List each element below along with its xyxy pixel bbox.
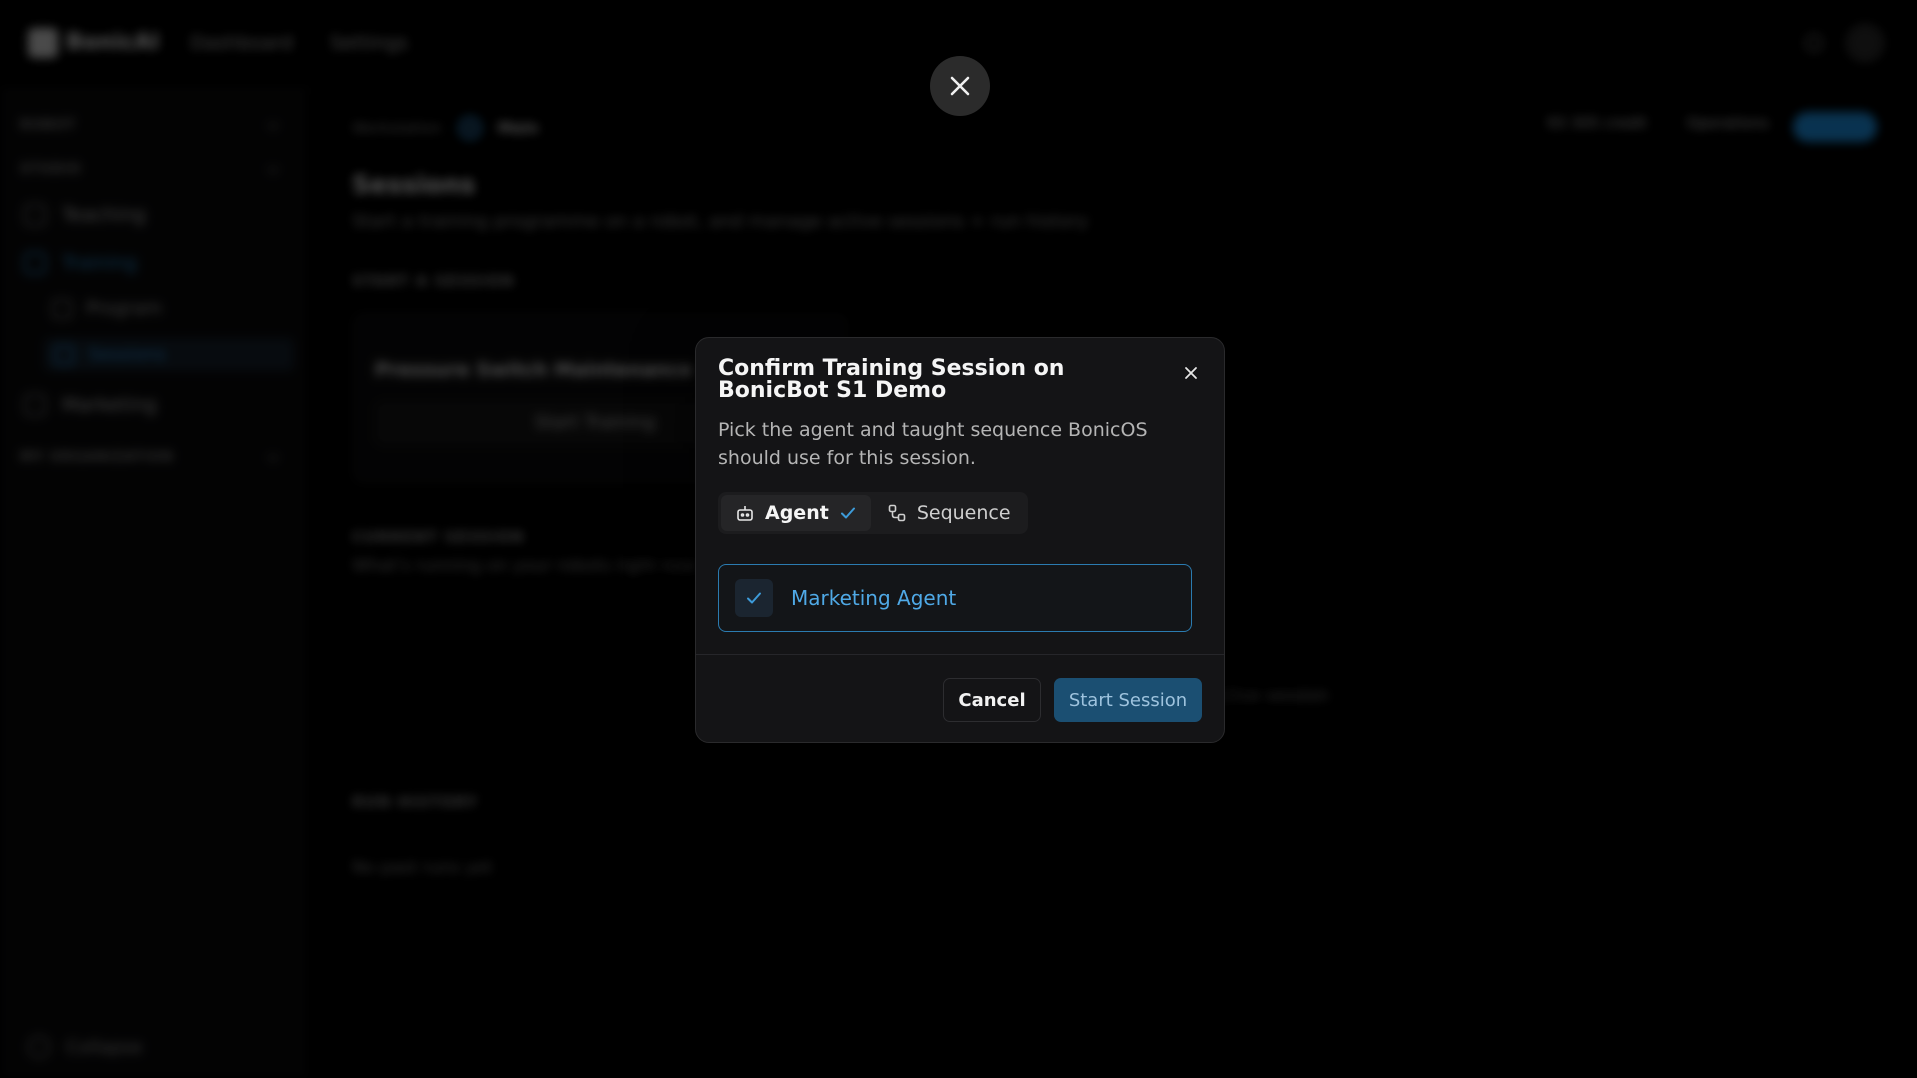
agent-option-selected[interactable]: Marketing Agent xyxy=(718,564,1192,632)
tab-label: Sequence xyxy=(916,502,1011,524)
agent-checkbox[interactable] xyxy=(735,579,773,617)
close-icon xyxy=(1185,367,1197,379)
start-session-button[interactable]: Start Session xyxy=(1054,678,1202,722)
overlay-close-button[interactable] xyxy=(930,56,990,116)
dialog-description: Pick the agent and taught sequence Bonic… xyxy=(718,419,1148,469)
robot-icon xyxy=(737,506,753,521)
dialog-title: Confirm Training Session on BonicBot S1 … xyxy=(718,356,1065,403)
tab-label: Agent xyxy=(765,502,829,524)
tab-sequence[interactable]: Sequence xyxy=(873,495,1025,531)
dialog-tabs: Agent Sequence xyxy=(718,492,1028,534)
confirm-training-dialog: Confirm Training Session on BonicBot S1 … xyxy=(695,337,1225,743)
dialog-close-button[interactable] xyxy=(1180,362,1202,384)
tab-agent[interactable]: Agent xyxy=(721,495,871,531)
check-icon xyxy=(840,507,855,519)
dialog-divider xyxy=(696,654,1224,655)
agent-name: Marketing Agent xyxy=(791,586,957,610)
cancel-button[interactable]: Cancel xyxy=(943,678,1041,722)
close-icon xyxy=(950,76,970,96)
check-icon xyxy=(747,592,761,604)
sequence-icon xyxy=(888,504,906,522)
